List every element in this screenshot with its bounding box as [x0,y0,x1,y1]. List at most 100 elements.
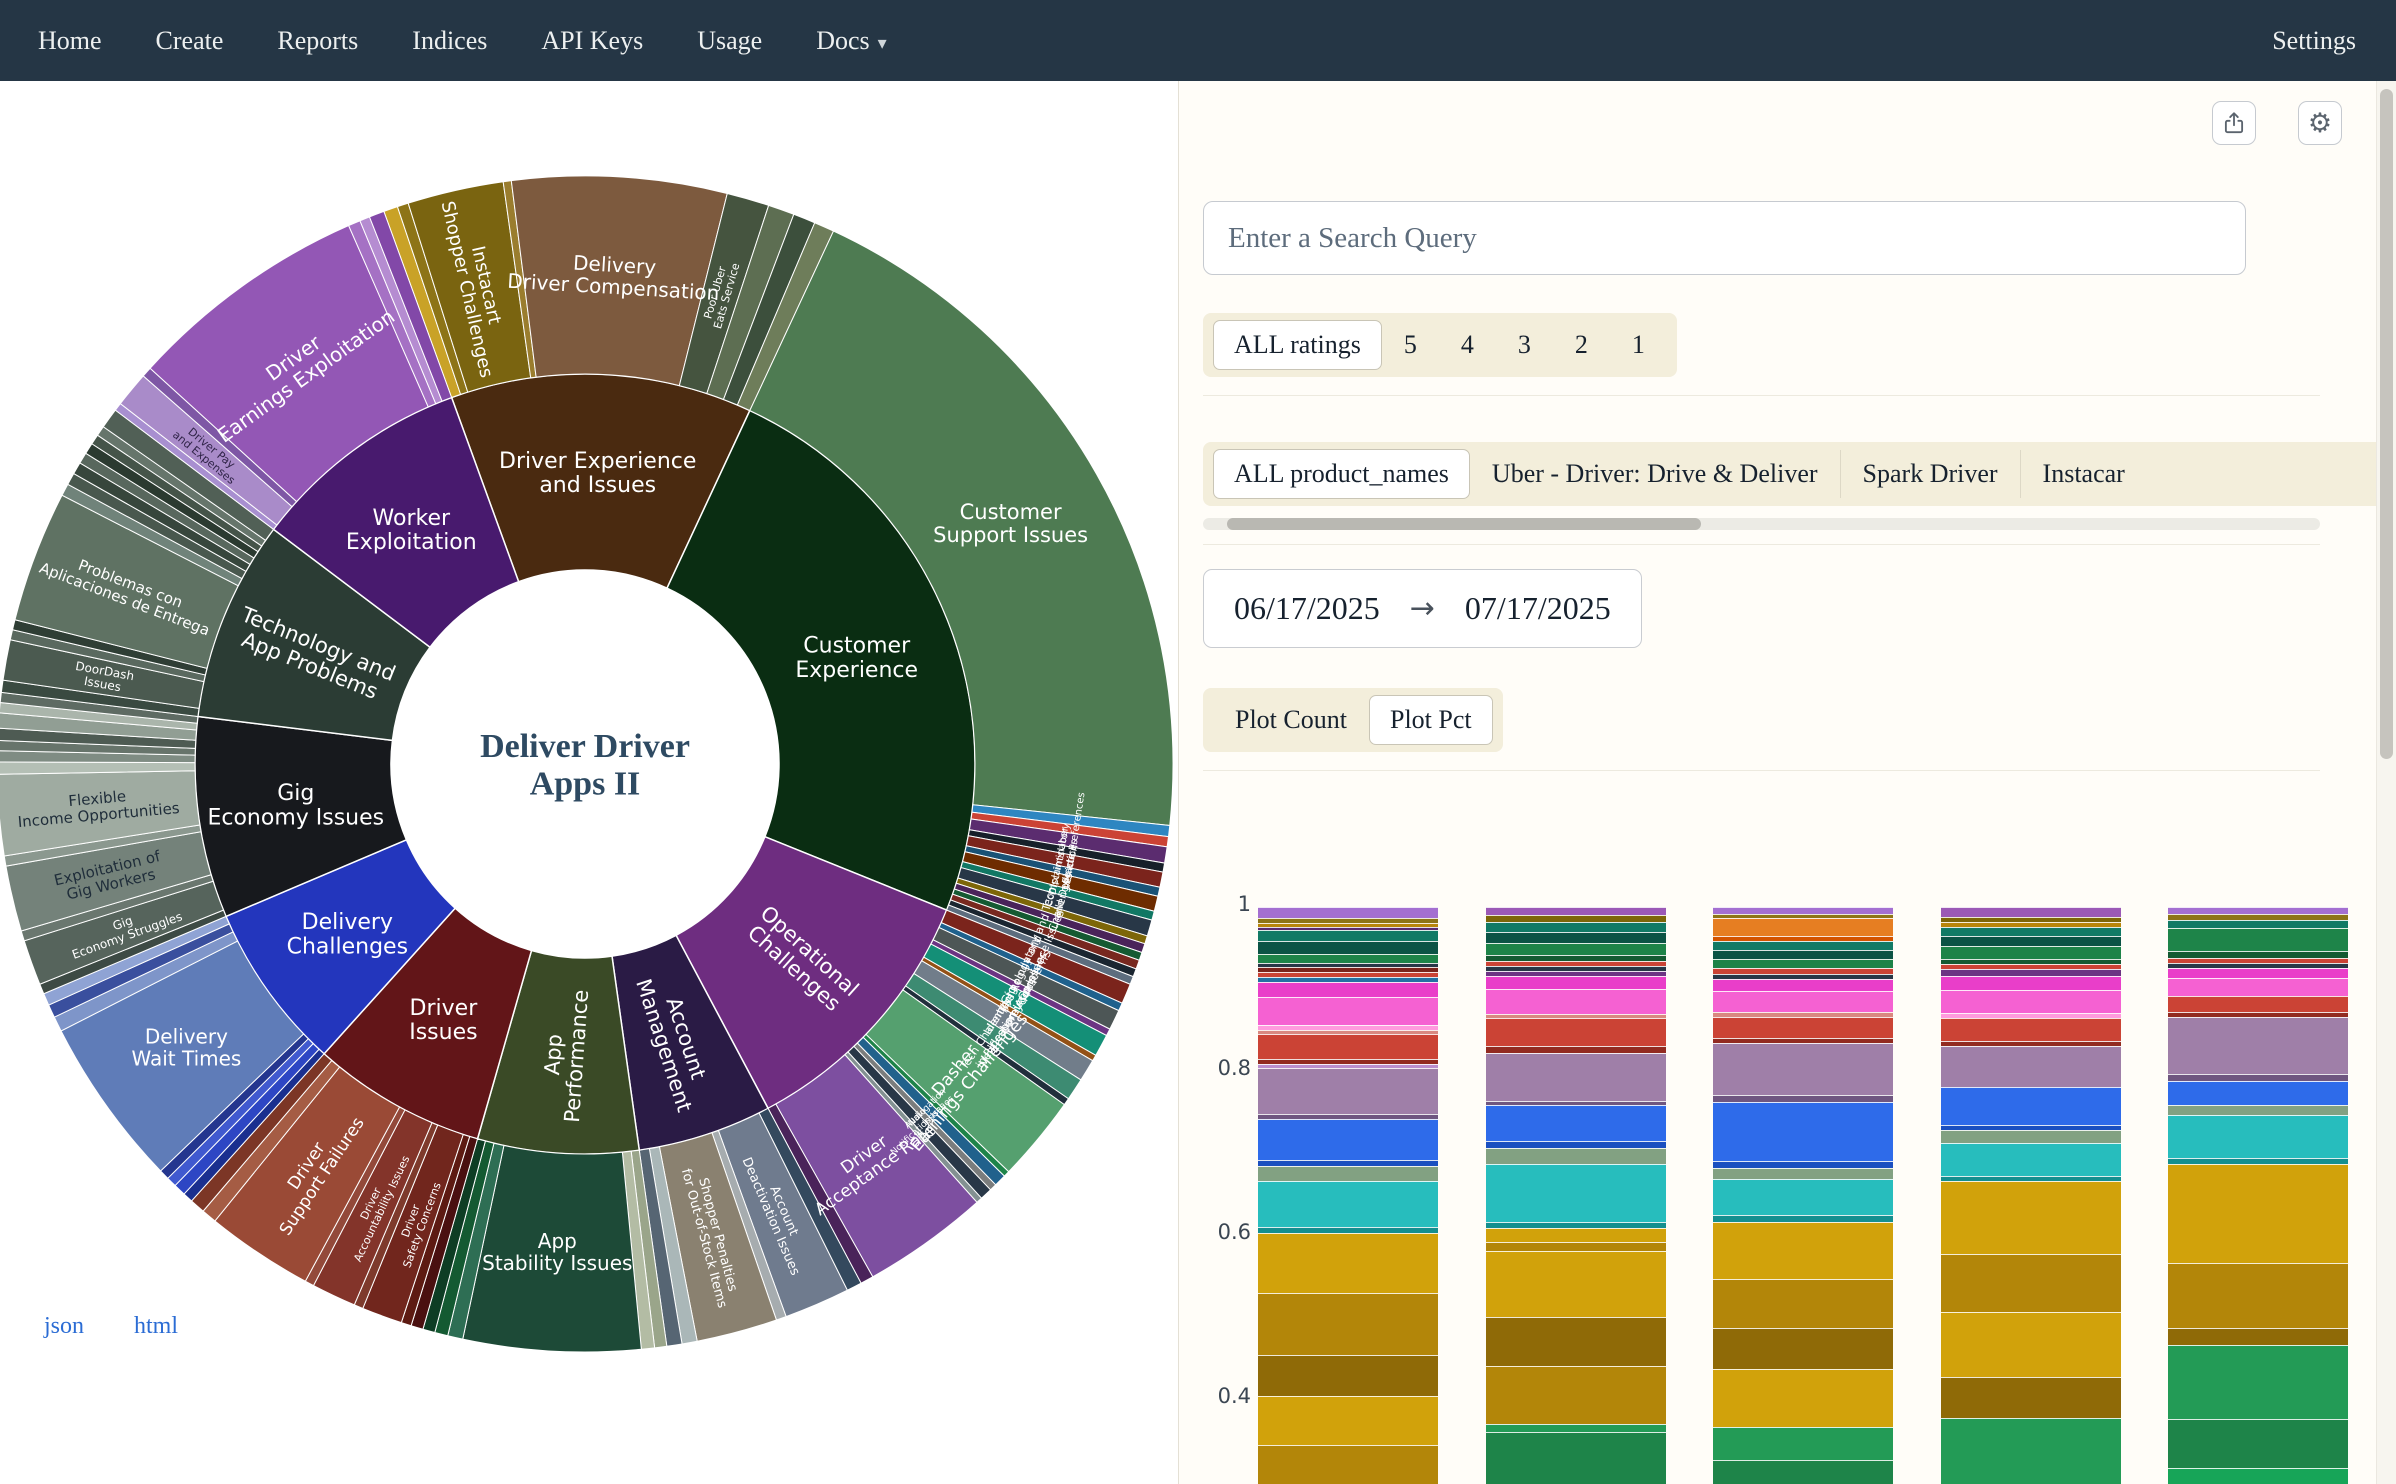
bar-segment[interactable] [1941,946,2121,959]
stacked-bar-5[interactable] [2168,907,2348,1484]
bar-segment[interactable] [1486,932,1666,944]
ratings-option-1[interactable]: 1 [1610,321,1667,369]
search-input[interactable] [1203,201,2246,275]
bar-segment[interactable] [1713,1460,1893,1484]
bar-segment[interactable] [1713,979,1893,991]
bar-segment[interactable] [1258,1445,1438,1484]
bar-segment[interactable] [1258,930,1438,941]
bar-segment[interactable] [2168,907,2348,914]
bar-segment[interactable] [1486,915,1666,922]
stacked-bar-4[interactable] [1941,907,2121,1484]
bar-segment[interactable] [1486,1105,1666,1141]
bar-segment[interactable] [2168,1263,2348,1329]
bar-segment[interactable] [2168,1081,2348,1106]
bar-segment[interactable] [1941,976,2121,991]
bar-segment[interactable] [2168,1074,2348,1081]
bar-segment[interactable] [1713,941,1893,949]
bar-segment[interactable] [2168,914,2348,921]
bar-segment[interactable] [1713,1222,1893,1279]
bar-segment[interactable] [1486,1164,1666,1221]
bar-segment[interactable] [1941,927,2121,937]
date-start[interactable]: 06/17/2025 [1234,590,1380,627]
stacked-bar-3[interactable] [1713,907,1893,1484]
bar-segment[interactable] [1486,1424,1666,1432]
bar-segment[interactable] [1258,954,1438,963]
bar-segment[interactable] [2168,1345,2348,1419]
vertical-scrollbar[interactable] [2376,81,2396,1484]
bar-segment[interactable] [1713,991,1893,1012]
bar-segment[interactable] [1486,1228,1666,1241]
nav-item-reports[interactable]: Reports [277,26,358,55]
bar-segment[interactable] [1486,976,1666,989]
nav-item-api-keys[interactable]: API Keys [541,26,643,55]
bar-segment[interactable] [2168,1105,2348,1115]
bar-segment[interactable] [1486,907,1666,915]
plot-toggle-plot-count[interactable]: Plot Count [1213,696,1369,744]
ratings-option-2[interactable]: 2 [1553,321,1610,369]
nav-item-docs[interactable]: Docs▾ [816,26,886,56]
vertical-scrollbar-thumb[interactable] [2380,89,2393,759]
bar-segment[interactable] [2168,951,2348,958]
bar-segment[interactable] [1941,1018,2121,1041]
bar-segment[interactable] [1941,1181,2121,1255]
bar-segment[interactable] [1486,1141,1666,1148]
ratings-option-4[interactable]: 4 [1439,321,1496,369]
json-link[interactable]: json [44,1313,84,1339]
horizontal-scrollbar-thumb[interactable] [1227,518,1701,530]
bar-segment[interactable] [2168,968,2348,978]
bar-segment[interactable] [2168,1115,2348,1158]
bar-segment[interactable] [1941,1312,2121,1378]
bar-segment[interactable] [1258,1355,1438,1396]
bar-segment[interactable] [1258,941,1438,954]
bar-segment[interactable] [1713,1168,1893,1180]
nav-item-home[interactable]: Home [38,26,102,55]
bar-segment[interactable] [2168,1164,2348,1262]
date-end[interactable]: 07/17/2025 [1465,590,1611,627]
product-option-spark-driver[interactable]: Spark Driver [1840,450,2020,498]
bar-segment[interactable] [1713,907,1893,914]
bar-segment[interactable] [1258,1166,1438,1181]
bar-segment[interactable] [1486,943,1666,955]
stacked-bar-1[interactable] [1258,907,1438,1484]
bar-segment[interactable] [2168,1017,2348,1074]
settings-gear-button[interactable]: ⚙ [2298,101,2342,145]
bar-segment[interactable] [1713,1279,1893,1328]
nav-item-usage[interactable]: Usage [697,26,762,55]
bar-segment[interactable] [1941,1143,2121,1176]
bar-segment[interactable] [1713,1215,1893,1222]
bar-segment[interactable] [1258,1233,1438,1293]
bar-segment[interactable] [1713,950,1893,960]
products-all-button[interactable]: ALL product_names [1213,449,1470,499]
bar-segment[interactable] [1258,1068,1438,1114]
bar-segment[interactable] [1486,989,1666,1014]
bar-segment[interactable] [2168,928,2348,951]
html-link[interactable]: html [134,1313,178,1339]
bar-segment[interactable] [1486,922,1666,932]
bar-segment[interactable] [1713,1017,1893,1038]
nav-item-settings[interactable]: Settings [2272,26,2356,56]
bar-segment[interactable] [1486,1018,1666,1046]
bar-segment[interactable] [1713,959,1893,967]
bar-segment[interactable] [1941,1130,2121,1143]
ratings-option-5[interactable]: 5 [1382,321,1439,369]
bar-segment[interactable] [2168,920,2348,928]
bar-segment[interactable] [1941,1046,2121,1087]
bar-segment[interactable] [1713,1369,1893,1426]
bar-segment[interactable] [2168,1328,2348,1344]
bar-segment[interactable] [1941,1254,2121,1311]
bar-segment[interactable] [1258,907,1438,918]
bar-segment[interactable] [2168,1419,2348,1468]
date-range-picker[interactable]: 06/17/2025 → 07/17/2025 [1203,569,1642,648]
bar-segment[interactable] [1258,997,1438,1025]
bar-segment[interactable] [1486,1251,1666,1317]
bar-segment[interactable] [1941,1087,2121,1125]
bar-segment[interactable] [2168,1158,2348,1165]
bar-segment[interactable] [2168,996,2348,1012]
product-option-instacar[interactable]: Instacar [2020,450,2147,498]
bar-segment[interactable] [1713,1095,1893,1102]
bar-segment[interactable] [1713,1328,1893,1369]
ratings-option-3[interactable]: 3 [1496,321,1553,369]
bar-segment[interactable] [1941,1418,2121,1484]
bar-segment[interactable] [1713,1161,1893,1168]
bar-segment[interactable] [1258,982,1438,997]
